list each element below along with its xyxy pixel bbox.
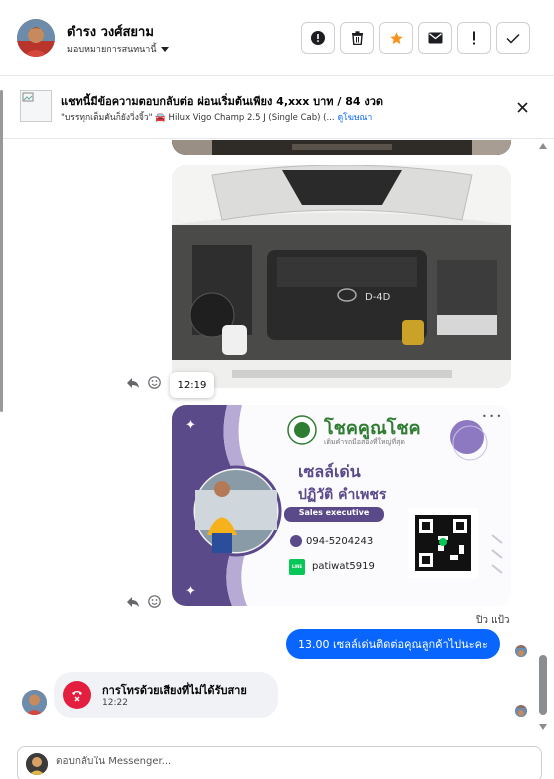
scrollbar-thumb[interactable] <box>539 655 547 715</box>
message-actions-1 <box>126 376 161 389</box>
ad-thumbnail <box>20 90 52 122</box>
assign-conversation-dropdown[interactable]: มอบหมายการสนทนานี้ <box>67 42 169 56</box>
svg-text:✦: ✦ <box>185 584 196 599</box>
trash-icon <box>351 31 363 45</box>
card-full-name: ปฏิวัติ คำเพชร <box>298 487 387 503</box>
card-tagline: เติมคำรถมือสองที่ใหญ่ที่สุด <box>324 438 405 446</box>
message-actions-2 <box>126 595 161 608</box>
close-icon <box>516 101 528 113</box>
contact-name[interactable]: ดำรง วงศ์สยาม <box>67 21 154 42</box>
scroll-up-arrow-icon[interactable] <box>539 143 547 149</box>
react-smiley-icon[interactable] <box>148 595 161 608</box>
svg-text:✦: ✦ <box>185 418 196 433</box>
message-image-engine[interactable]: D-4D <box>172 165 511 388</box>
svg-text:• • •: • • • <box>482 412 501 421</box>
card-phone: 094-5204243 <box>306 536 374 547</box>
exclamation-icon <box>473 31 475 45</box>
message-image-partial[interactable] <box>172 140 511 155</box>
message-image-business-card[interactable]: ✦ ✦ • • • โชคคูณโชค เติมคำรถมือสองที่ใหญ… <box>172 405 511 606</box>
contact-avatar-small[interactable] <box>22 690 47 715</box>
star-icon <box>389 31 403 44</box>
page-avatar <box>26 753 48 775</box>
ad-subtitle-text: "บรรทุกเต็มคันก็ยังวิ่งจิ้ว" 🚘 Hilux Vig… <box>61 113 335 123</box>
conversation-header: ดำรง วงศ์สยาม มอบหมายการสนทนานี้ <box>0 0 554 76</box>
sender-name-label: ปิว แป้ว <box>476 615 510 626</box>
mark-unread-button[interactable] <box>418 22 452 54</box>
header-actions <box>301 22 530 54</box>
missed-call-icon <box>63 681 91 709</box>
call-time: 12:22 <box>102 698 128 708</box>
close-banner-button[interactable] <box>512 97 532 117</box>
missed-call-card[interactable]: การโทรด้วยเสียงที่ไม่ได้รับสาย 12:22 <box>54 672 278 718</box>
banner-subtitle: "บรรทุกเต็มคันก็ยังวิ่งจิ้ว" 🚘 Hilux Vig… <box>61 110 372 124</box>
envelope-icon <box>428 32 442 44</box>
card-nickname: เซลล์เด่น <box>298 462 361 481</box>
call-title: การโทรด้วยเสียงที่ไม่ได้รับสาย <box>102 684 247 697</box>
react-smiley-icon[interactable] <box>148 376 161 389</box>
engine-badge: D-4D <box>365 292 391 303</box>
mark-done-button[interactable] <box>496 22 530 54</box>
alert-circle-icon <box>311 31 325 45</box>
caret-down-icon <box>160 46 169 52</box>
follow-up-button[interactable] <box>457 22 491 54</box>
assign-label: มอบหมายการสนทนานี้ <box>67 45 157 55</box>
reply-composer <box>17 746 542 779</box>
card-position: Sales executive <box>298 508 370 517</box>
reply-icon[interactable] <box>126 377 140 389</box>
reply-input[interactable] <box>56 756 526 767</box>
outgoing-message-bubble[interactable]: 13.00 เซลล์เด่นติดต่อคุณลูกค้าไปนะคะ <box>286 629 500 659</box>
report-button[interactable] <box>301 22 335 54</box>
message-time-tooltip: 12:19 <box>170 372 214 398</box>
delete-button[interactable] <box>340 22 374 54</box>
scroll-down-arrow-icon[interactable] <box>539 724 547 730</box>
check-icon <box>506 33 520 44</box>
ad-reply-banner: แชทนี้มีข้อความตอบกลับต่อ ผ่อนเริ่มต้นเพ… <box>0 77 554 139</box>
card-line-id: patiwat5919 <box>312 561 375 572</box>
reply-icon[interactable] <box>126 596 140 608</box>
banner-title: แชทนี้มีข้อความตอบกลับต่อ ผ่อนเริ่มต้นเพ… <box>61 95 384 108</box>
star-button[interactable] <box>379 22 413 54</box>
line-icon: LINE <box>291 564 303 569</box>
contact-avatar[interactable] <box>17 19 55 57</box>
left-panel-edge <box>0 90 3 412</box>
seen-avatar <box>515 645 527 657</box>
seen-avatar <box>515 705 527 717</box>
view-ad-link[interactable]: ดูโฆษณา <box>338 110 373 124</box>
